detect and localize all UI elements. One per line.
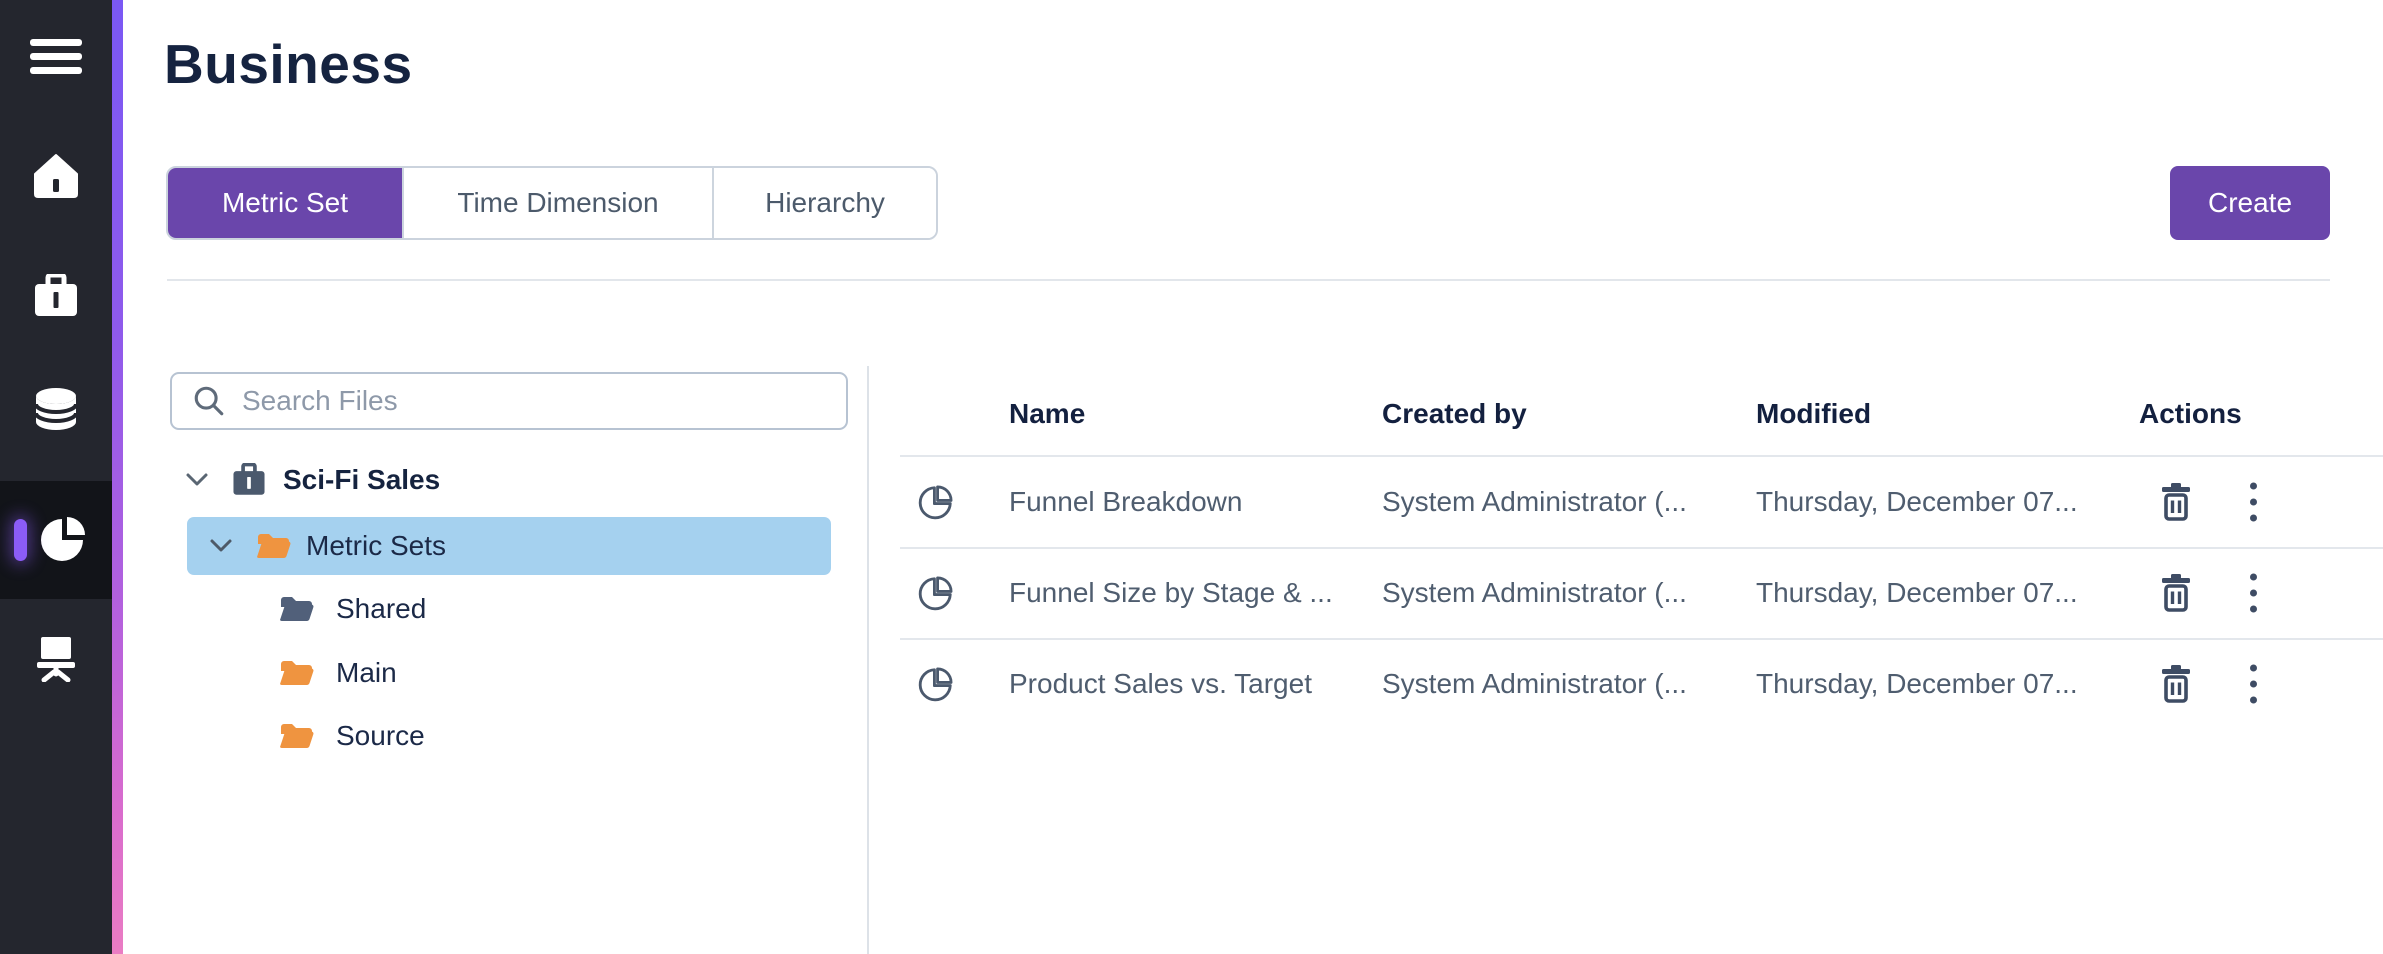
row-name: Funnel Breakdown [1009,486,1242,518]
kebab-menu-icon[interactable] [2250,665,2257,704]
table-row[interactable]: Funnel Size by Stage & ... System Admini… [900,548,2383,638]
active-indicator-pill [14,519,27,561]
sidebar-item-metric-sets[interactable] [0,481,112,599]
search-icon [192,384,226,418]
tree-item-label: Main [336,657,397,689]
row-created-by: System Administrator (... [1382,577,1687,609]
row-name: Funnel Size by Stage & ... [1009,577,1333,609]
row-modified: Thursday, December 07... [1756,668,2078,700]
chevron-down-icon[interactable] [184,472,210,488]
row-created-by: System Administrator (... [1382,486,1687,518]
row-modified: Thursday, December 07... [1756,486,2078,518]
page-title: Business [164,32,413,96]
column-header-modified: Modified [1756,398,1871,430]
hamburger-menu-icon [30,37,82,82]
pie-chart-icon [917,483,955,521]
tree-item-source[interactable]: Source [279,707,425,765]
delete-trash-icon[interactable] [2158,664,2194,704]
table-row[interactable]: Funnel Breakdown System Administrator (.… [900,457,2383,547]
panel-divider [867,366,869,954]
folder-open-icon [279,721,315,751]
sidebar-item-data[interactable] [0,365,112,457]
briefcase-icon [33,274,79,323]
tree-item-shared[interactable]: Shared [279,580,426,638]
sidebar-item-projects[interactable] [0,252,112,344]
tab-group: Metric Set Time Dimension Hierarchy [166,166,938,240]
sidebar-item-home[interactable] [0,132,112,224]
kebab-menu-icon[interactable] [2250,483,2257,522]
create-button[interactable]: Create [2170,166,2330,240]
column-header-name: Name [1009,398,1085,430]
chevron-down-icon[interactable] [208,538,234,554]
tree-item-metric-sets[interactable]: Metric Sets [208,517,446,575]
row-modified: Thursday, December 07... [1756,577,2078,609]
sidebar [0,0,123,954]
database-icon [33,387,79,436]
column-header-actions: Actions [2139,398,2242,430]
header-divider [167,279,2330,281]
tree-item-label: Shared [336,593,426,625]
hamburger-menu-button[interactable] [0,13,112,105]
pie-chart-icon [917,665,955,703]
sidebar-item-presentations[interactable] [0,614,112,706]
kebab-menu-icon[interactable] [2250,574,2257,613]
row-name: Product Sales vs. Target [1009,668,1312,700]
tree-item-sci-fi-sales[interactable]: Sci-Fi Sales [184,451,440,509]
tab-time-dimension[interactable]: Time Dimension [402,168,712,238]
column-header-created-by: Created by [1382,398,1527,430]
delete-trash-icon[interactable] [2158,482,2194,522]
pie-chart-icon [917,574,955,612]
folder-open-icon [279,658,315,688]
tree-item-label: Sci-Fi Sales [283,464,440,496]
row-created-by: System Administrator (... [1382,668,1687,700]
search-box [170,372,848,430]
tree-item-label: Source [336,720,425,752]
tree-item-label: Metric Sets [306,530,446,562]
tree-item-main[interactable]: Main [279,644,397,702]
briefcase-icon [232,463,266,497]
presentation-easel-icon [32,634,80,687]
folder-open-icon [279,594,315,624]
pie-chart-icon [41,514,89,567]
app-root: Business Metric Set Time Dimension Hiera… [0,0,2383,954]
table-row[interactable]: Product Sales vs. Target System Administ… [900,639,2383,729]
home-icon [32,153,80,204]
sidebar-accent-strip [112,0,123,954]
search-input[interactable] [242,385,802,417]
folder-open-icon [256,531,292,561]
tab-metric-set[interactable]: Metric Set [168,168,402,238]
tab-hierarchy[interactable]: Hierarchy [712,168,936,238]
delete-trash-icon[interactable] [2158,573,2194,613]
